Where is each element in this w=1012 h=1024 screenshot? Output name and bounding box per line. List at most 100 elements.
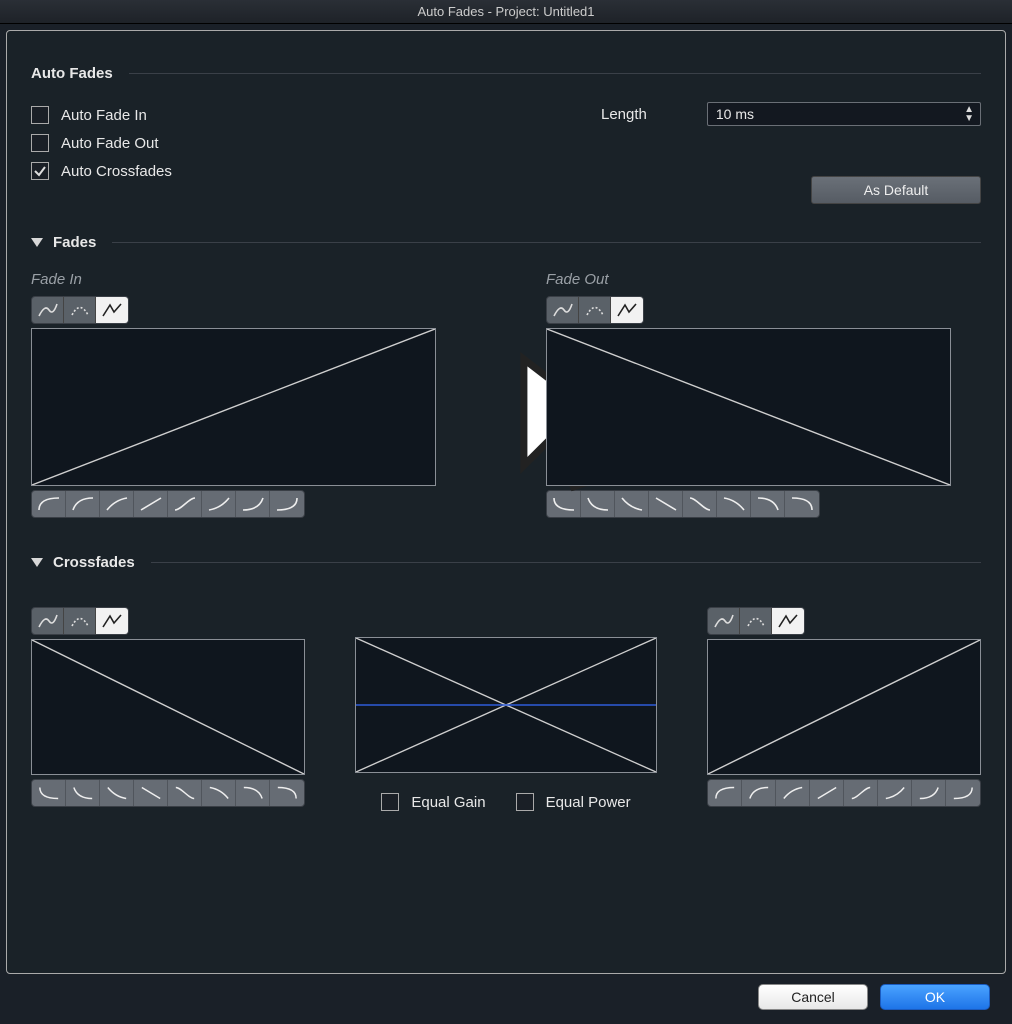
spline-icon — [713, 613, 735, 629]
shape-preset[interactable] — [168, 780, 202, 806]
shape-preset[interactable] — [615, 491, 649, 517]
shape-preset[interactable] — [683, 491, 717, 517]
checkbox-row-equal-power[interactable]: Equal Power — [516, 793, 631, 811]
curve-icon — [38, 785, 60, 801]
shape-preset[interactable] — [202, 491, 236, 517]
dotted-arc-icon — [745, 613, 767, 629]
shape-preset[interactable] — [100, 491, 134, 517]
shape-preset[interactable] — [236, 491, 270, 517]
dotted-arc-icon — [584, 302, 606, 318]
curve-tab-spline[interactable] — [547, 297, 579, 323]
curve-tab-dotted[interactable] — [64, 608, 96, 634]
section-header-autofades: Auto Fades — [31, 65, 981, 82]
shape-preset[interactable] — [649, 491, 683, 517]
curve-icon — [37, 496, 61, 512]
shape-preset[interactable] — [717, 491, 751, 517]
crossfade-left-shapes — [31, 779, 305, 807]
crossfade-left-canvas[interactable] — [31, 639, 305, 775]
crossfade-center-block: Equal Gain Equal Power — [355, 607, 657, 821]
section-header-crossfades[interactable]: Crossfades — [31, 554, 981, 571]
checkbox-equal-power[interactable] — [516, 793, 534, 811]
shape-preset[interactable] — [844, 780, 878, 806]
curve-icon — [140, 785, 162, 801]
ok-button[interactable]: OK — [880, 984, 990, 1010]
curve-tab-linear[interactable] — [772, 608, 804, 634]
curve-icon — [790, 496, 814, 512]
shape-preset[interactable] — [581, 491, 615, 517]
checkbox-row-fadeout[interactable]: Auto Fade Out — [31, 134, 601, 152]
curve-tab-dotted[interactable] — [740, 608, 772, 634]
as-default-button[interactable]: As Default — [811, 176, 981, 204]
shape-preset[interactable] — [708, 780, 742, 806]
shape-preset[interactable] — [236, 780, 270, 806]
fade-in-shape-presets — [31, 490, 305, 518]
shape-preset[interactable] — [547, 491, 581, 517]
curve-icon — [748, 785, 770, 801]
shape-preset[interactable] — [912, 780, 946, 806]
fade-in-canvas[interactable] — [31, 328, 436, 486]
curve-type-tabs-cross-right — [707, 607, 805, 635]
shape-preset[interactable] — [202, 780, 236, 806]
shape-preset[interactable] — [66, 491, 100, 517]
cancel-button[interactable]: Cancel — [758, 984, 868, 1010]
curve-type-tabs-in — [31, 296, 129, 324]
shape-preset[interactable] — [776, 780, 810, 806]
curve-tab-spline[interactable] — [32, 608, 64, 634]
curve-tab-linear[interactable] — [611, 297, 643, 323]
crossfade-left-block — [31, 607, 305, 807]
checkbox-row-equal-gain[interactable]: Equal Gain — [381, 793, 485, 811]
curve-icon — [72, 785, 94, 801]
button-label: Cancel — [791, 989, 835, 1005]
crossfade-center-canvas[interactable] — [355, 637, 657, 773]
checkbox-crossfades[interactable] — [31, 162, 49, 180]
linear-seg-icon — [616, 302, 638, 318]
shape-preset[interactable] — [168, 491, 202, 517]
curve-tab-spline[interactable] — [32, 297, 64, 323]
shape-preset[interactable] — [751, 491, 785, 517]
shape-preset[interactable] — [66, 780, 100, 806]
checkbox-row-fadein[interactable]: Auto Fade In — [31, 106, 601, 124]
checkbox-label: Auto Crossfades — [61, 163, 172, 180]
disclosure-triangle-icon — [31, 238, 43, 247]
shape-preset[interactable] — [270, 780, 304, 806]
divider — [112, 242, 981, 243]
section-title: Auto Fades — [31, 65, 113, 82]
fade-in-line-icon — [32, 329, 435, 485]
shape-preset[interactable] — [810, 780, 844, 806]
crossfade-x-icon — [356, 638, 656, 772]
curve-icon — [620, 496, 644, 512]
shape-preset[interactable] — [32, 491, 66, 517]
shape-preset[interactable] — [878, 780, 912, 806]
shape-preset[interactable] — [100, 780, 134, 806]
cross-line-icon — [32, 640, 304, 774]
curve-icon — [756, 496, 780, 512]
length-label: Length — [601, 106, 647, 123]
curve-tab-dotted[interactable] — [579, 297, 611, 323]
shape-preset[interactable] — [270, 491, 304, 517]
fade-in-label: Fade In — [31, 271, 436, 288]
disclosure-triangle-icon — [31, 558, 43, 567]
curve-tab-linear[interactable] — [96, 297, 128, 323]
crossfade-right-canvas[interactable] — [707, 639, 981, 775]
curve-icon — [106, 785, 128, 801]
fade-out-canvas[interactable] — [546, 328, 951, 486]
length-select[interactable]: 10 ms ▲▼ — [707, 102, 981, 126]
shape-preset[interactable] — [134, 491, 168, 517]
dotted-arc-icon — [69, 302, 91, 318]
checkbox-fadeout[interactable] — [31, 134, 49, 152]
shape-preset[interactable] — [134, 780, 168, 806]
section-title: Crossfades — [53, 554, 135, 571]
checkbox-row-crossfades[interactable]: Auto Crossfades — [31, 162, 601, 180]
curve-tab-dotted[interactable] — [64, 297, 96, 323]
shape-preset[interactable] — [742, 780, 776, 806]
shape-preset[interactable] — [785, 491, 819, 517]
curve-icon — [242, 785, 264, 801]
checkbox-fadein[interactable] — [31, 106, 49, 124]
section-header-fades[interactable]: Fades — [31, 234, 981, 251]
checkbox-equal-gain[interactable] — [381, 793, 399, 811]
curve-icon — [688, 496, 712, 512]
curve-tab-spline[interactable] — [708, 608, 740, 634]
shape-preset[interactable] — [32, 780, 66, 806]
shape-preset[interactable] — [946, 780, 980, 806]
curve-tab-linear[interactable] — [96, 608, 128, 634]
